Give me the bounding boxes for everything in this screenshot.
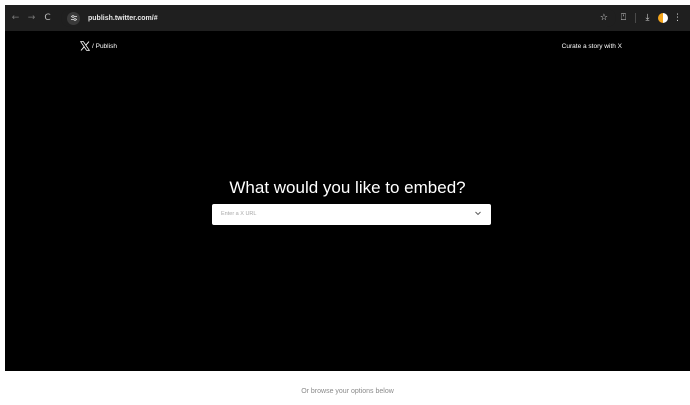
reload-icon[interactable]: C bbox=[40, 11, 55, 26]
toolbar-divider bbox=[635, 13, 636, 23]
browser-window: ← → C publish.twitter.com/# ☆ ⍞ ⤓ ⋮ / Pu… bbox=[5, 5, 690, 405]
download-icon[interactable]: ⤓ bbox=[640, 11, 655, 26]
bookmark-star-icon[interactable]: ☆ bbox=[600, 13, 608, 23]
profile-avatar-icon[interactable] bbox=[658, 13, 668, 23]
brand-logo[interactable]: / Publish bbox=[80, 41, 117, 51]
more-menu-icon[interactable]: ⋮ bbox=[673, 13, 682, 23]
brand-label: / Publish bbox=[92, 42, 117, 50]
forward-icon[interactable]: → bbox=[24, 11, 39, 26]
x-logo-icon bbox=[80, 41, 90, 51]
browser-toolbar: ← → C publish.twitter.com/# ☆ ⍞ ⤓ ⋮ bbox=[5, 5, 690, 31]
extensions-icon[interactable]: ⍞ bbox=[616, 11, 631, 26]
x-url-input[interactable]: Enter a X URL bbox=[212, 204, 491, 225]
site-info-icon[interactable] bbox=[67, 11, 80, 25]
back-icon[interactable]: ← bbox=[8, 11, 23, 26]
address-bar[interactable]: publish.twitter.com/# ☆ bbox=[61, 9, 616, 27]
browse-options-text: Or browse your options below bbox=[301, 388, 394, 395]
curate-story-link[interactable]: Curate a story with X bbox=[562, 43, 622, 50]
x-url-placeholder: Enter a X URL bbox=[221, 211, 257, 217]
page-title: What would you like to embed? bbox=[229, 178, 466, 197]
chevron-down-icon[interactable] bbox=[474, 209, 482, 217]
address-url[interactable]: publish.twitter.com/# bbox=[88, 15, 158, 22]
browse-options-section: Or browse your options below bbox=[5, 371, 690, 405]
